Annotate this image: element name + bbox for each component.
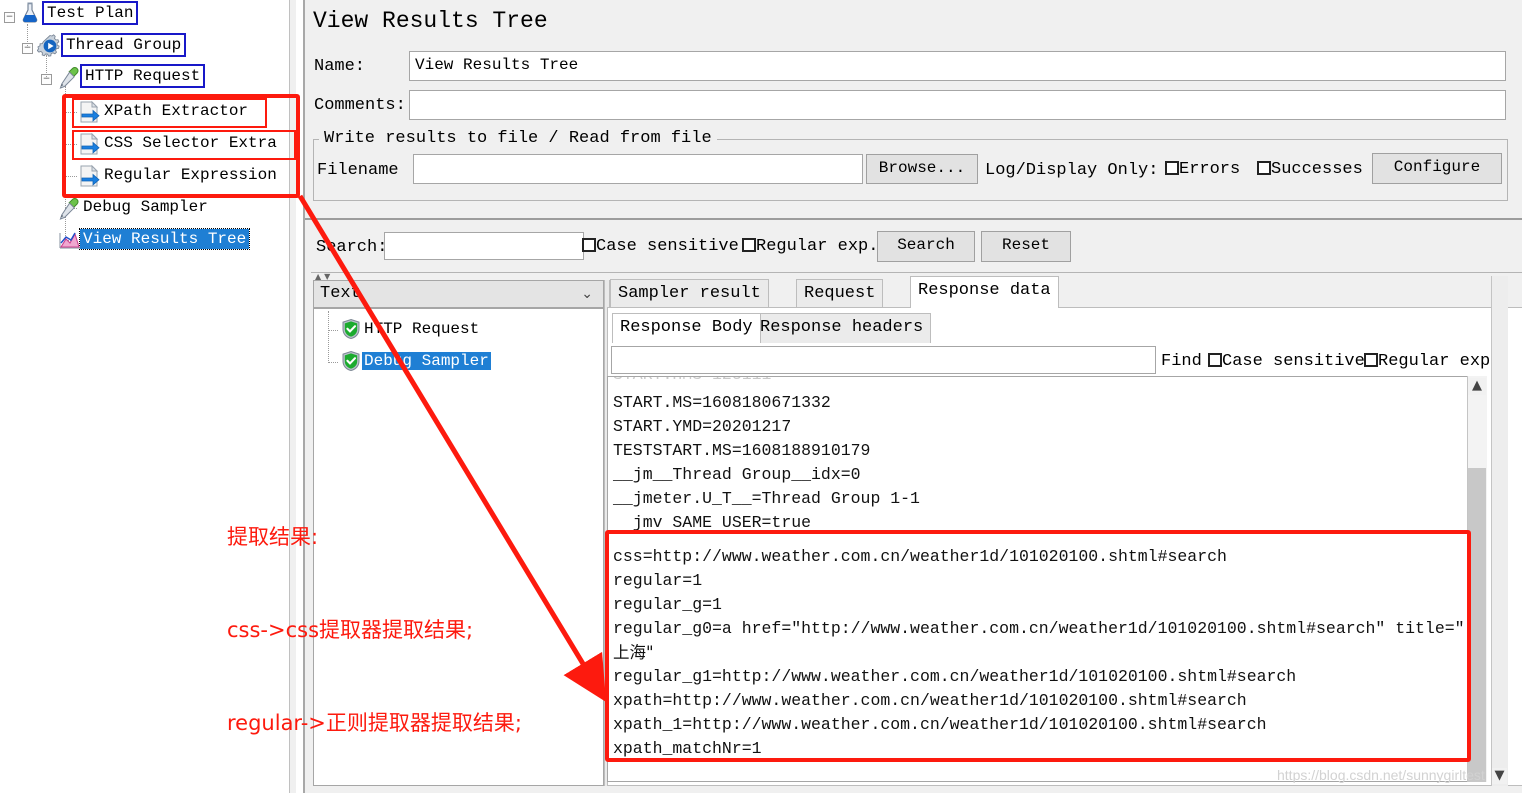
search-case-sensitive-label: Case sensitive [596,237,739,256]
tree-node-label: HTTP Request [80,64,205,88]
expand-handle-test-plan[interactable]: − [4,12,15,23]
pipette-icon [56,64,80,88]
panel-divider [305,218,1522,220]
find-case-sensitive-checkbox[interactable]: Case sensitive [1208,352,1365,371]
tree-node-label: Thread Group [61,33,186,57]
tree-node-test-plan[interactable]: Test Plan [18,0,138,26]
tree-node-label: Debug Sampler [80,197,211,217]
response-line: START.YMD=20201217 [608,415,1467,439]
errors-checkbox[interactable]: Errors [1165,160,1240,179]
configure-button[interactable]: Configure [1372,153,1502,184]
errors-checkbox-label: Errors [1179,160,1240,179]
annotation-note-line: regular->正则提取器提取结果; [227,708,522,739]
splitter-grip[interactable]: ▲▼ [315,272,333,280]
response-line: TESTSTART.MS=1608188910179 [608,439,1467,463]
result-row-http-request[interactable]: HTTP Request [340,317,481,341]
browse-button[interactable]: Browse... [866,154,978,184]
tree-connector [328,362,338,363]
search-regular-exp-label: Regular exp. [756,237,878,256]
tree-connector [328,311,329,363]
scroll-up-arrow[interactable]: ▲ [1468,378,1486,395]
success-shield-icon [340,350,362,372]
response-line: START.MS=1608180671332 [608,391,1467,415]
tree-node-thread-group[interactable]: Thread Group [37,32,186,58]
search-button[interactable]: Search [877,231,975,262]
chart-icon [56,227,80,251]
find-regular-exp-box[interactable] [1364,353,1378,367]
tree-node-http-request[interactable]: HTTP Request [56,63,205,89]
tree-node-label: View Results Tree [80,229,249,249]
annotation-note-line: 提取结果: [227,522,522,553]
response-line: __jmeter.U_T__=Thread Group 1-1 [608,487,1467,511]
name-label: Name: [314,57,365,76]
log-display-only-label: Log/Display Only: [985,161,1158,180]
errors-checkbox-box[interactable] [1165,161,1179,175]
flask-icon [18,1,42,25]
panel-scrollbar[interactable] [1491,276,1508,786]
gear-play-icon [37,33,61,57]
successes-checkbox-box[interactable] [1257,161,1271,175]
search-case-sensitive-checkbox[interactable]: Case sensitive [582,237,739,256]
success-shield-icon [340,318,362,340]
result-row-debug-sampler[interactable]: Debug Sampler [340,349,491,373]
annotation-underline-xpath [72,98,267,128]
result-row-label: Debug Sampler [362,352,491,370]
find-regular-exp-label: Regular exp. [1378,352,1500,371]
tree-node-view-results-tree[interactable]: View Results Tree [56,226,249,252]
filename-label: Filename [317,161,399,180]
find-case-sensitive-label: Case sensitive [1222,352,1365,371]
successes-checkbox[interactable]: Successes [1257,160,1363,179]
find-regular-exp-checkbox[interactable]: Regular exp. [1364,352,1500,371]
find-input[interactable] [611,346,1156,374]
tab-response-headers[interactable]: Response headers [752,313,931,343]
tab-response-body[interactable]: Response Body [612,313,761,343]
write-results-group-title: Write results to file / Read from file [319,129,717,148]
search-regular-exp-checkbox[interactable]: Regular exp. [742,237,878,256]
comments-label: Comments: [314,96,406,115]
name-input[interactable]: View Results Tree [409,51,1506,81]
reset-button[interactable]: Reset [981,231,1071,262]
response-line: __jm__Thread Group__idx=0 [608,463,1467,487]
pipette-icon [56,195,80,219]
find-label: Find [1161,352,1202,371]
search-input[interactable] [384,232,584,260]
search-divider [311,272,1522,273]
response-line-clipped: START.HMS=123111 [608,376,771,387]
annotation-underline-css [72,130,296,160]
successes-checkbox-label: Successes [1271,160,1363,179]
tree-connector [328,330,338,331]
result-row-label: HTTP Request [362,320,481,338]
tab-sampler-result[interactable]: Sampler result [610,279,769,308]
chevron-down-icon: ⌄ [581,281,593,307]
watermark: https://blog.csdn.net/sunnygirltest [1277,767,1485,783]
tree-connector [27,24,28,48]
renderer-combo[interactable]: Text ⌄ [313,280,604,308]
tab-request[interactable]: Request [796,279,883,308]
search-label: Search: [316,238,387,257]
search-case-sensitive-box[interactable] [582,238,596,252]
page-title: View Results Tree [313,8,548,34]
find-case-sensitive-box[interactable] [1208,353,1222,367]
tab-response-data[interactable]: Response data [910,276,1059,308]
renderer-combo-value: Text [320,284,361,303]
comments-input[interactable] [409,90,1506,120]
annotation-note: 提取结果: css->css提取器提取结果; regular->正则提取器提取结… [227,460,522,793]
search-regular-exp-box[interactable] [742,238,756,252]
tree-node-label: Test Plan [42,1,138,25]
annotation-note-line: css->css提取器提取结果; [227,615,522,646]
panel-scroll-down-arrow[interactable]: ▼ [1492,768,1507,784]
annotation-box-results [605,530,1471,762]
filename-input[interactable] [413,154,863,184]
